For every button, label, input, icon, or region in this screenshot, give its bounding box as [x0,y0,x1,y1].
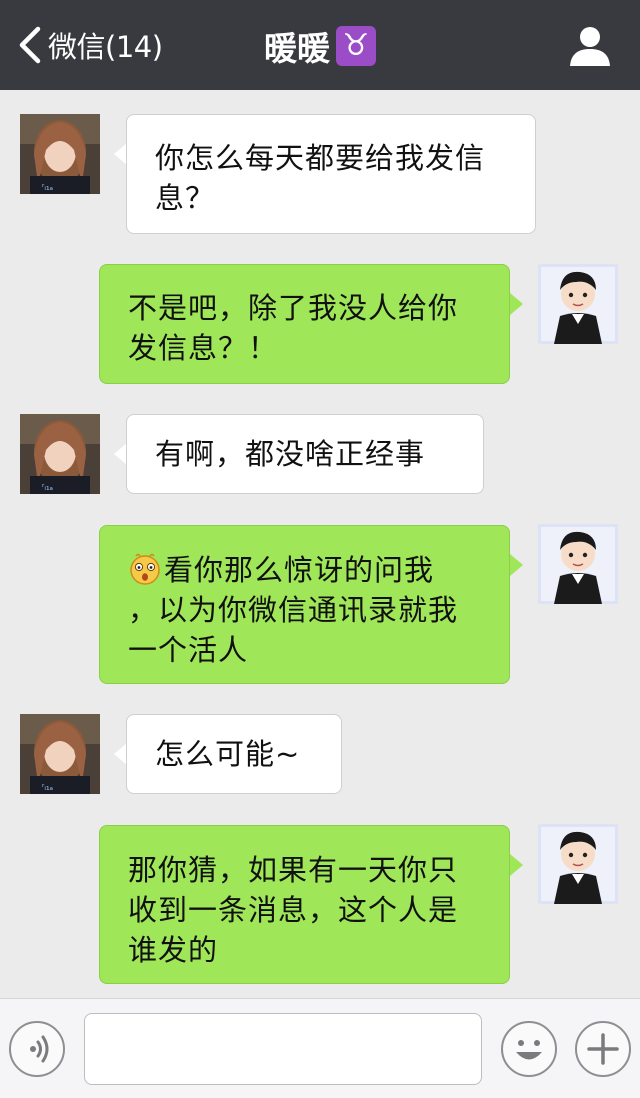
message-text: 有啊，都没啥正经事 [155,437,426,471]
message-text: 收到一条消息，这个人是 [128,893,459,927]
message-text: 谁发的 [128,933,219,967]
message-text: 看你那么惊讶的问我 [164,553,435,587]
chat-header: 微信(14) 暖暖 ♉ [0,0,640,90]
message-text: 发信息？！ [128,331,279,365]
message-sent: 不是吧，除了我没人给你 发信息？！ [0,240,640,390]
voice-icon [30,1035,49,1063]
plus-icon [587,1033,619,1065]
message-bubble[interactable]: 看你那么惊讶的问我 ，以为你微信通讯录就我 一个活人 [99,525,510,684]
contact-avatar[interactable]: ʳᵢ₁ₐ [20,414,100,494]
message-text: 不是吧，除了我没人给你 [128,291,459,325]
message-received: ʳᵢ₁ₐ 你怎么每天都要给我发信 息？ [0,90,640,240]
message-text: 那你猜，如果有一天你只 [128,853,459,887]
contact-avatar[interactable]: ʳᵢ₁ₐ [20,714,100,794]
bubble-tail [510,293,523,315]
message-list[interactable]: ʳᵢ₁ₐ 你怎么每天都要给我发信 息？ 不是吧，除了我没人给你 发信息？！ ʳᵢ… [0,90,640,998]
my-avatar[interactable] [538,264,618,344]
message-sent: 那你猜，如果有一天你只 收到一条消息，这个人是 谁发的 [0,800,640,998]
more-button[interactable] [575,1021,631,1077]
contact-avatar[interactable]: ʳᵢ₁ₐ [20,114,100,194]
message-sent: 看你那么惊讶的问我 ，以为你微信通讯录就我 一个活人 [0,500,640,690]
message-text: 一个活人 [128,633,249,667]
chat-info-button[interactable] [568,24,612,68]
emoji-button[interactable] [501,1021,557,1077]
input-bar [0,998,640,1098]
message-bubble[interactable]: 怎么可能~ [126,714,342,794]
voice-button[interactable] [9,1021,65,1077]
message-bubble[interactable]: 不是吧，除了我没人给你 发信息？！ [99,264,510,384]
message-bubble[interactable]: 有啊，都没啥正经事 [126,414,484,494]
my-avatar[interactable] [538,524,618,604]
message-text: 息？ [155,181,216,215]
my-avatar[interactable] [538,824,618,904]
message-bubble[interactable]: 你怎么每天都要给我发信 息？ [126,114,536,234]
message-text: 你怎么每天都要给我发信 [155,141,486,175]
message-input[interactable] [84,1013,482,1085]
chat-title: 暖暖 [264,29,330,68]
title-area: 暖暖 ♉ [0,22,640,70]
bubble-tail [510,854,523,876]
smiley-icon [516,1040,542,1060]
message-received: ʳᵢ₁ₐ 有啊，都没啥正经事 [0,390,640,500]
taurus-icon: ♉ [336,26,376,66]
bubble-tail [510,554,523,576]
message-text: 怎么可能~ [155,737,301,771]
svg-text:ʳᵢ₁ₐ: ʳᵢ₁ₐ [42,483,53,493]
person-icon [570,27,610,66]
message-bubble[interactable]: 那你猜，如果有一天你只 收到一条消息，这个人是 谁发的 [99,825,510,984]
message-text: ，以为你微信通讯录就我 [128,593,459,627]
surprised-face-icon [130,553,160,585]
svg-text:ʳᵢ₁ₐ: ʳᵢ₁ₐ [42,783,53,793]
message-received: ʳᵢ₁ₐ 怎么可能~ [0,690,640,800]
svg-text:ʳᵢ₁ₐ: ʳᵢ₁ₐ [42,183,53,193]
